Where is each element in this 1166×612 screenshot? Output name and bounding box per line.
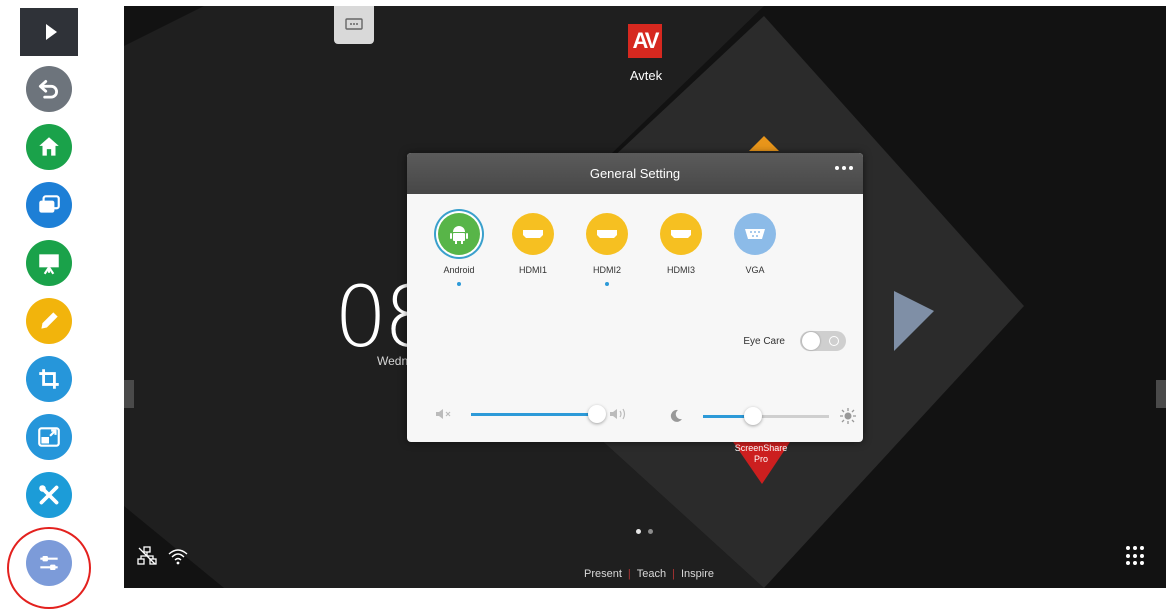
dialog-header: General Setting: [407, 153, 863, 194]
volume-fill: [471, 412, 597, 416]
general-setting-dialog: General Setting Android HDMI1 HDMI2 HDMI…: [407, 153, 863, 442]
windows-icon: [39, 195, 60, 213]
annotate-button[interactable]: [26, 298, 72, 344]
avtek-logo-mark: AV: [628, 24, 662, 58]
dialog-title: General Setting: [589, 166, 681, 181]
source-label: VGA: [745, 265, 765, 275]
whiteboard-icon: [39, 254, 59, 275]
expand-toolbar-button[interactable]: [20, 8, 78, 56]
screenshare-pro-label[interactable]: ScreenShare Pro: [728, 443, 794, 465]
whiteboard-button[interactable]: [26, 240, 72, 286]
page-dot[interactable]: [648, 529, 653, 534]
network-icon[interactable]: [137, 546, 157, 566]
source-label: HDMI2: [592, 265, 621, 275]
signal-dot: [679, 282, 683, 286]
source-android[interactable]: Android: [434, 213, 484, 286]
source-label: HDMI1: [518, 265, 547, 275]
status-bar: [137, 546, 189, 566]
source-label: HDMI3: [666, 265, 695, 275]
hdmi-icon: [597, 230, 617, 238]
crop-icon: [39, 369, 59, 389]
toggle-knob: [802, 332, 820, 350]
clock-weekday: Wedn: [377, 354, 409, 368]
volume-thumb[interactable]: [588, 404, 606, 423]
source-hdmi2[interactable]: HDMI2: [582, 213, 632, 286]
back-icon: [38, 80, 58, 99]
source-label: Android: [443, 265, 475, 275]
sun-icon[interactable]: [839, 407, 857, 425]
source-circle[interactable]: [512, 213, 554, 255]
eye-care-toggle[interactable]: [800, 331, 846, 351]
hdmi-icon: [671, 230, 691, 238]
screen-cast-tab[interactable]: [334, 6, 374, 44]
brightness-row: [669, 406, 857, 425]
display-screen: AV Avtek 08 Wedn ScreenShare Pro Present…: [124, 6, 1166, 588]
source-circle[interactable]: [660, 213, 702, 255]
signal-dot: [605, 282, 609, 286]
moon-icon[interactable]: [669, 409, 683, 423]
brightness-slider[interactable]: [703, 406, 829, 425]
slogan-word: Teach: [636, 568, 667, 580]
source-hdmi3[interactable]: HDMI3: [656, 213, 706, 286]
source-hdmi1[interactable]: HDMI1: [508, 213, 558, 286]
vga-icon: [745, 229, 765, 239]
volume-mute-icon[interactable]: [435, 407, 451, 421]
slogan-footer: Present | Teach | Inspire: [584, 568, 714, 580]
brightness-thumb[interactable]: [744, 406, 763, 425]
volume-row: [435, 404, 629, 423]
slogan-separator: |: [627, 568, 631, 580]
settings-sliders-icon: [40, 555, 58, 571]
wifi-icon[interactable]: [167, 546, 189, 566]
source-switch-button[interactable]: [26, 414, 72, 460]
general-settings-button[interactable]: [26, 540, 72, 586]
more-options-button[interactable]: [835, 166, 853, 170]
signal-dot: [457, 282, 461, 286]
side-toolbar: [0, 0, 100, 612]
tools-button[interactable]: [26, 472, 72, 518]
screenshot-button[interactable]: [26, 356, 72, 402]
avtek-logo-text: Avtek: [629, 68, 663, 83]
volume-up-icon[interactable]: [609, 407, 629, 421]
pen-icon: [41, 312, 58, 329]
source-switch-icon: [38, 427, 60, 447]
source-circle[interactable]: [734, 213, 776, 255]
chat-bubble-icon: [345, 18, 363, 30]
home-button[interactable]: [26, 124, 72, 170]
signal-dot: [531, 282, 535, 286]
source-circle[interactable]: [586, 213, 628, 255]
input-source-list: Android HDMI1 HDMI2 HDMI3 VGA: [434, 213, 780, 286]
page-dot[interactable]: [636, 529, 641, 534]
source-circle[interactable]: [438, 213, 480, 255]
source-vga[interactable]: VGA: [730, 213, 780, 286]
eye-care-row: Eye Care: [743, 331, 846, 351]
page-indicator: [636, 529, 653, 534]
hdmi-icon: [523, 230, 543, 238]
left-edge-handle[interactable]: [124, 380, 134, 408]
eye-care-label: Eye Care: [743, 335, 785, 347]
volume-slider[interactable]: [471, 404, 606, 423]
android-icon: [450, 226, 468, 244]
toggle-off-indicator: [829, 336, 839, 346]
back-button[interactable]: [26, 66, 72, 112]
slogan-separator: |: [672, 568, 675, 580]
right-edge-handle[interactable]: [1156, 380, 1166, 408]
apps-grid-button[interactable]: [1126, 546, 1146, 566]
signal-dot: [753, 282, 757, 286]
home-icon: [39, 137, 59, 156]
slogan-word: Present: [584, 568, 622, 580]
tools-icon: [39, 485, 59, 505]
windows-button[interactable]: [26, 182, 72, 228]
slogan-word: Inspire: [681, 568, 715, 580]
